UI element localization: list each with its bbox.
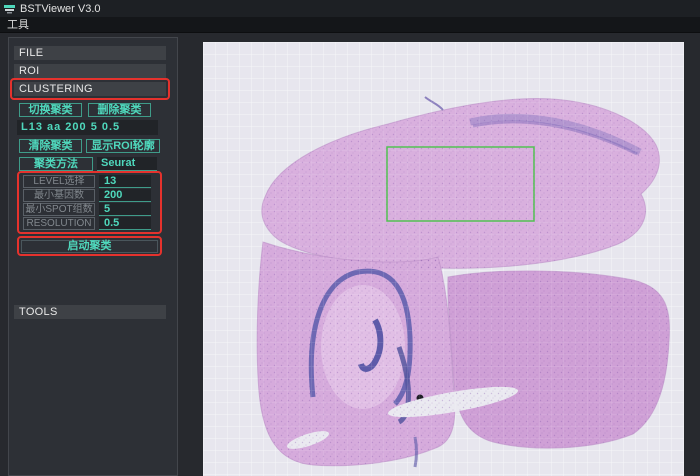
window-title: BSTViewer V3.0 bbox=[20, 3, 101, 15]
param-label-level: LEVEL选择 bbox=[23, 175, 95, 188]
param-input-min-spots[interactable]: 5 bbox=[99, 203, 151, 216]
switch-cluster-button[interactable]: 切换聚类 bbox=[19, 103, 82, 117]
param-input-min-genes[interactable]: 200 bbox=[99, 189, 151, 202]
start-cluster-button[interactable]: 启动聚类 bbox=[21, 240, 158, 253]
slide-viewer-canvas[interactable] bbox=[203, 42, 684, 476]
app-icon bbox=[4, 4, 15, 14]
application-window: BSTViewer V3.0 工具 FILE ROI CLUSTERING 切换… bbox=[0, 0, 700, 476]
cluster-status-text: L13 aa 200 5 0.5 bbox=[17, 120, 158, 135]
sidebar-panel: FILE ROI CLUSTERING 切换聚类 删除聚类 L13 aa 200… bbox=[8, 37, 178, 476]
tissue-image bbox=[203, 42, 684, 476]
section-header-roi[interactable]: ROI bbox=[14, 64, 166, 78]
cluster-method-button[interactable]: 聚类方法 bbox=[19, 157, 93, 171]
param-label-min-spots: 最小SPOT组数 bbox=[23, 203, 95, 216]
cluster-method-value[interactable]: Seurat bbox=[97, 157, 157, 171]
section-header-clustering[interactable]: CLUSTERING bbox=[14, 82, 166, 96]
show-roi-outline-button[interactable]: 显示ROI轮廓 bbox=[86, 139, 160, 153]
param-label-resolution: RESOLUTION bbox=[23, 217, 95, 230]
section-header-tools[interactable]: TOOLS bbox=[14, 305, 166, 319]
param-input-level[interactable]: 13 bbox=[99, 175, 151, 188]
delete-cluster-button[interactable]: 删除聚类 bbox=[88, 103, 151, 117]
param-label-min-genes: 最小基因数 bbox=[23, 189, 95, 202]
param-input-resolution[interactable]: 0.5 bbox=[99, 217, 151, 230]
menu-bar: 工具 bbox=[0, 17, 700, 33]
menu-item-tools[interactable]: 工具 bbox=[0, 17, 36, 33]
section-header-file[interactable]: FILE bbox=[14, 46, 166, 60]
clear-cluster-button[interactable]: 清除聚类 bbox=[19, 139, 82, 153]
title-bar: BSTViewer V3.0 bbox=[0, 0, 700, 17]
